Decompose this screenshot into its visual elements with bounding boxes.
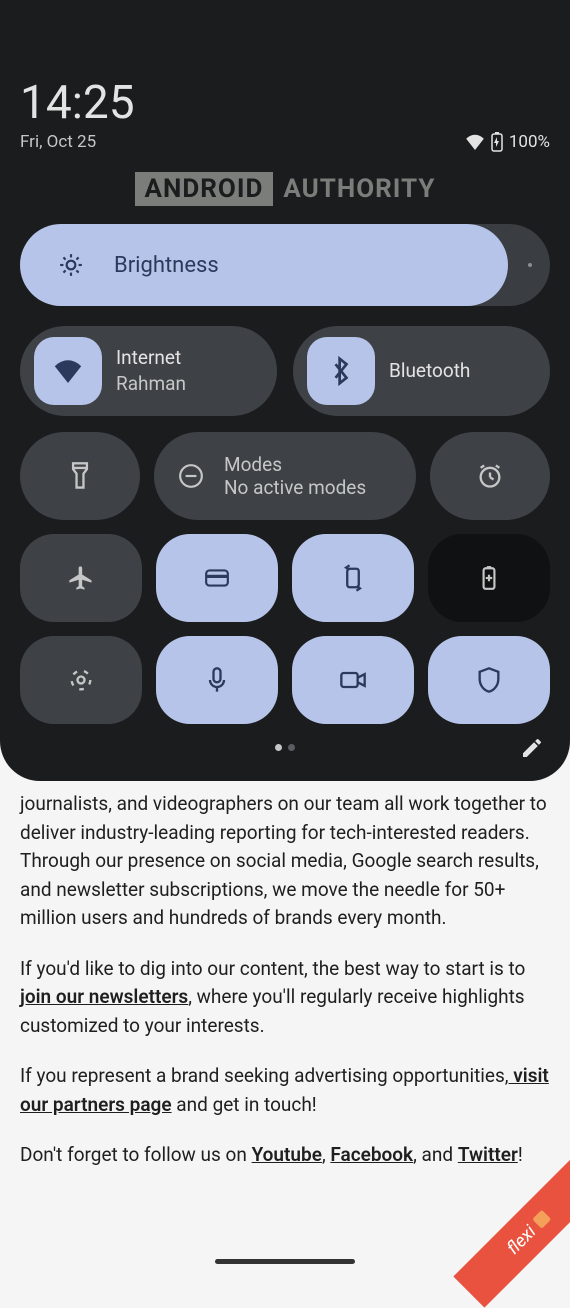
modes-tile[interactable]: Modes No active modes — [154, 432, 416, 520]
internet-tile[interactable]: Internet Rahman — [20, 326, 277, 416]
clock-date: Fri, Oct 25 — [20, 132, 135, 152]
article-content: journalists, and videographers on our te… — [0, 790, 570, 1192]
shield-icon — [477, 666, 501, 694]
nav-handle[interactable] — [215, 1259, 355, 1264]
airplane-icon — [67, 564, 95, 592]
wifi-icon — [465, 134, 485, 150]
brightness-label: Brightness — [114, 253, 219, 278]
dnd-icon — [178, 463, 204, 489]
wallet-tile[interactable] — [156, 534, 278, 622]
alarm-tile[interactable] — [430, 432, 550, 520]
article-paragraph: journalists, and videographers on our te… — [20, 790, 550, 933]
bluetooth-icon — [307, 337, 375, 405]
twitter-link[interactable]: Twitter — [458, 1143, 518, 1166]
article-paragraph: Don't forget to follow us on Youtube, Fa… — [20, 1141, 550, 1170]
rotation-tile[interactable] — [292, 534, 414, 622]
camera-tile[interactable] — [292, 636, 414, 724]
screenshot-tile[interactable] — [20, 636, 142, 724]
mic-tile[interactable] — [156, 636, 278, 724]
wifi-icon — [34, 337, 102, 405]
newsletters-link[interactable]: join our newsletters — [20, 985, 188, 1008]
watermark: ANDROID AUTHORITY — [20, 172, 550, 206]
wallet-icon — [204, 567, 230, 589]
battery-saver-tile[interactable] — [428, 534, 550, 622]
mic-icon — [207, 666, 227, 694]
quick-settings-panel: 14:25 Fri, Oct 25 100% ANDROID AUTHORITY… — [0, 0, 570, 781]
flashlight-tile[interactable] — [20, 432, 140, 520]
alarm-icon — [476, 462, 504, 490]
shield-tile[interactable] — [428, 636, 550, 724]
brightness-slider[interactable]: Brightness — [20, 224, 550, 306]
bluetooth-tile[interactable]: Bluetooth — [293, 326, 550, 416]
battery-status: 100% — [465, 132, 550, 152]
brightness-icon — [58, 252, 84, 278]
article-paragraph: If you'd like to dig into our content, t… — [20, 955, 550, 1041]
videocam-icon — [339, 670, 367, 690]
battery-plus-icon — [481, 565, 497, 591]
page-indicator — [275, 744, 295, 751]
target-icon — [67, 666, 95, 694]
flashlight-icon — [70, 461, 90, 491]
airplane-tile[interactable] — [20, 534, 142, 622]
article-paragraph: If you represent a brand seeking adverti… — [20, 1062, 550, 1119]
youtube-link[interactable]: Youtube — [252, 1143, 322, 1166]
edit-icon[interactable] — [520, 736, 544, 760]
rotation-icon — [340, 563, 366, 593]
clock-time: 14:25 — [20, 80, 135, 126]
facebook-link[interactable]: Facebook — [330, 1143, 413, 1166]
battery-charging-icon — [491, 132, 503, 152]
